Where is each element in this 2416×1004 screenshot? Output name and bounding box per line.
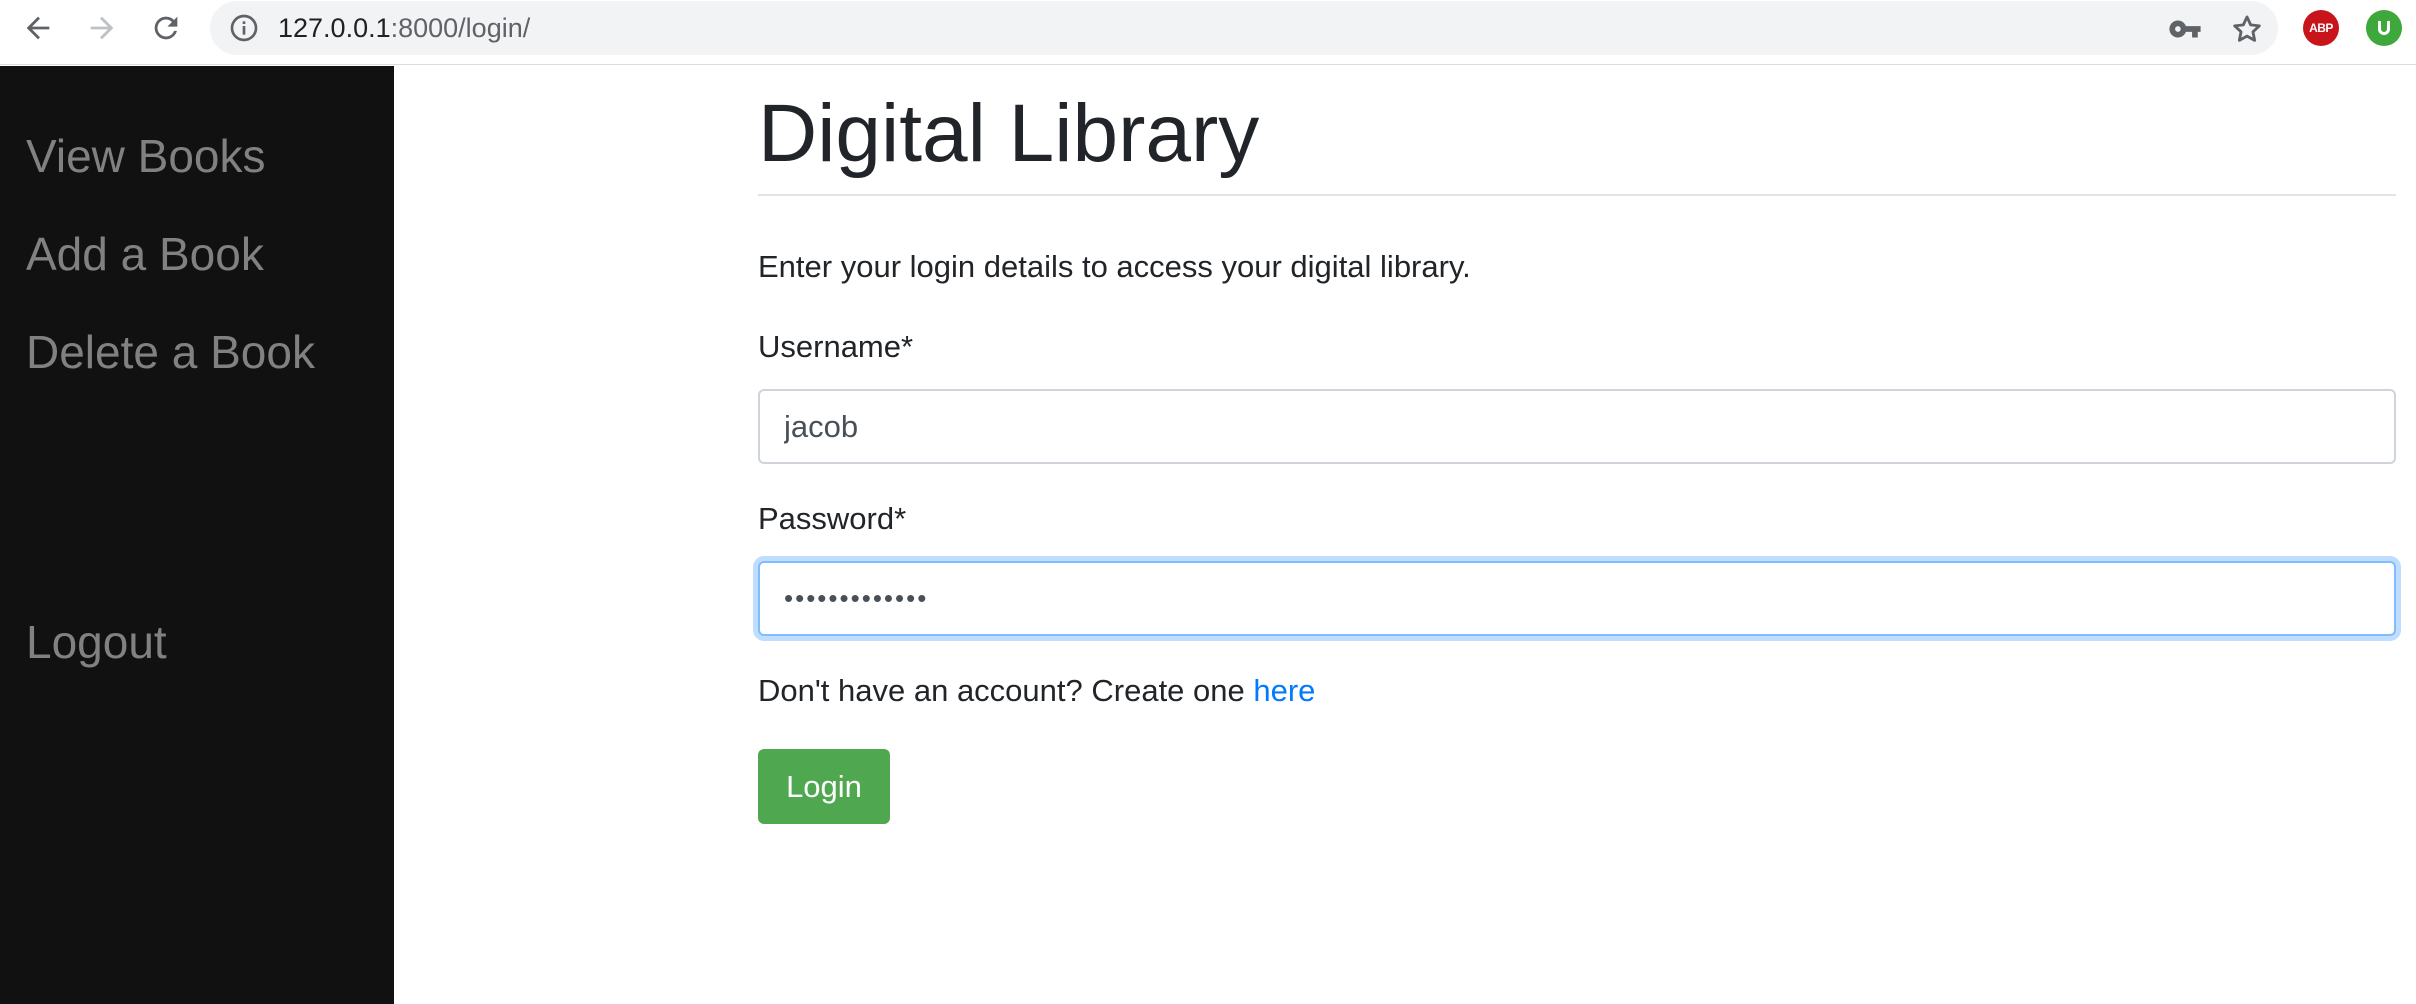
utorrent-extension-icon[interactable] [2366, 10, 2402, 46]
info-icon[interactable] [228, 12, 260, 44]
forward-icon[interactable] [78, 8, 126, 48]
password-field[interactable] [758, 561, 2396, 636]
username-field[interactable] [758, 389, 2396, 464]
back-icon[interactable] [14, 8, 62, 48]
address-bar[interactable]: 127.0.0.1:8000/login/ [210, 1, 2278, 55]
adblock-extension-icon[interactable]: ABP [2303, 10, 2339, 46]
key-icon[interactable] [2168, 12, 2202, 46]
sidebar-item-delete-book[interactable]: Delete a Book [26, 324, 315, 380]
login-button[interactable]: Login [758, 749, 890, 824]
sidebar-item-add-book[interactable]: Add a Book [26, 226, 264, 282]
sidebar-item-view-books[interactable]: View Books [26, 128, 266, 184]
reload-icon[interactable] [142, 8, 190, 48]
bookmark-star-icon[interactable] [2230, 12, 2264, 46]
url-host: 127.0.0.1 [278, 13, 391, 43]
username-label: Username* [758, 329, 914, 364]
title-divider [758, 194, 2396, 196]
browser-toolbar: 127.0.0.1:8000/login/ ABP [0, 0, 2416, 65]
sidebar: View Books Add a Book Delete a Book Logo… [0, 66, 394, 1004]
password-label: Password* [758, 501, 907, 536]
url-path: :8000/login/ [390, 13, 531, 43]
signup-prompt: Don't have an account? Create one here [758, 671, 1315, 711]
signup-text: Don't have an account? Create one [758, 673, 1254, 708]
sidebar-item-logout[interactable]: Logout [26, 614, 167, 670]
signup-link[interactable]: here [1253, 673, 1315, 708]
intro-text: Enter your login details to access your … [758, 249, 1471, 284]
page-title: Digital Library [758, 88, 1260, 179]
url-text[interactable]: 127.0.0.1:8000/login/ [278, 11, 530, 45]
